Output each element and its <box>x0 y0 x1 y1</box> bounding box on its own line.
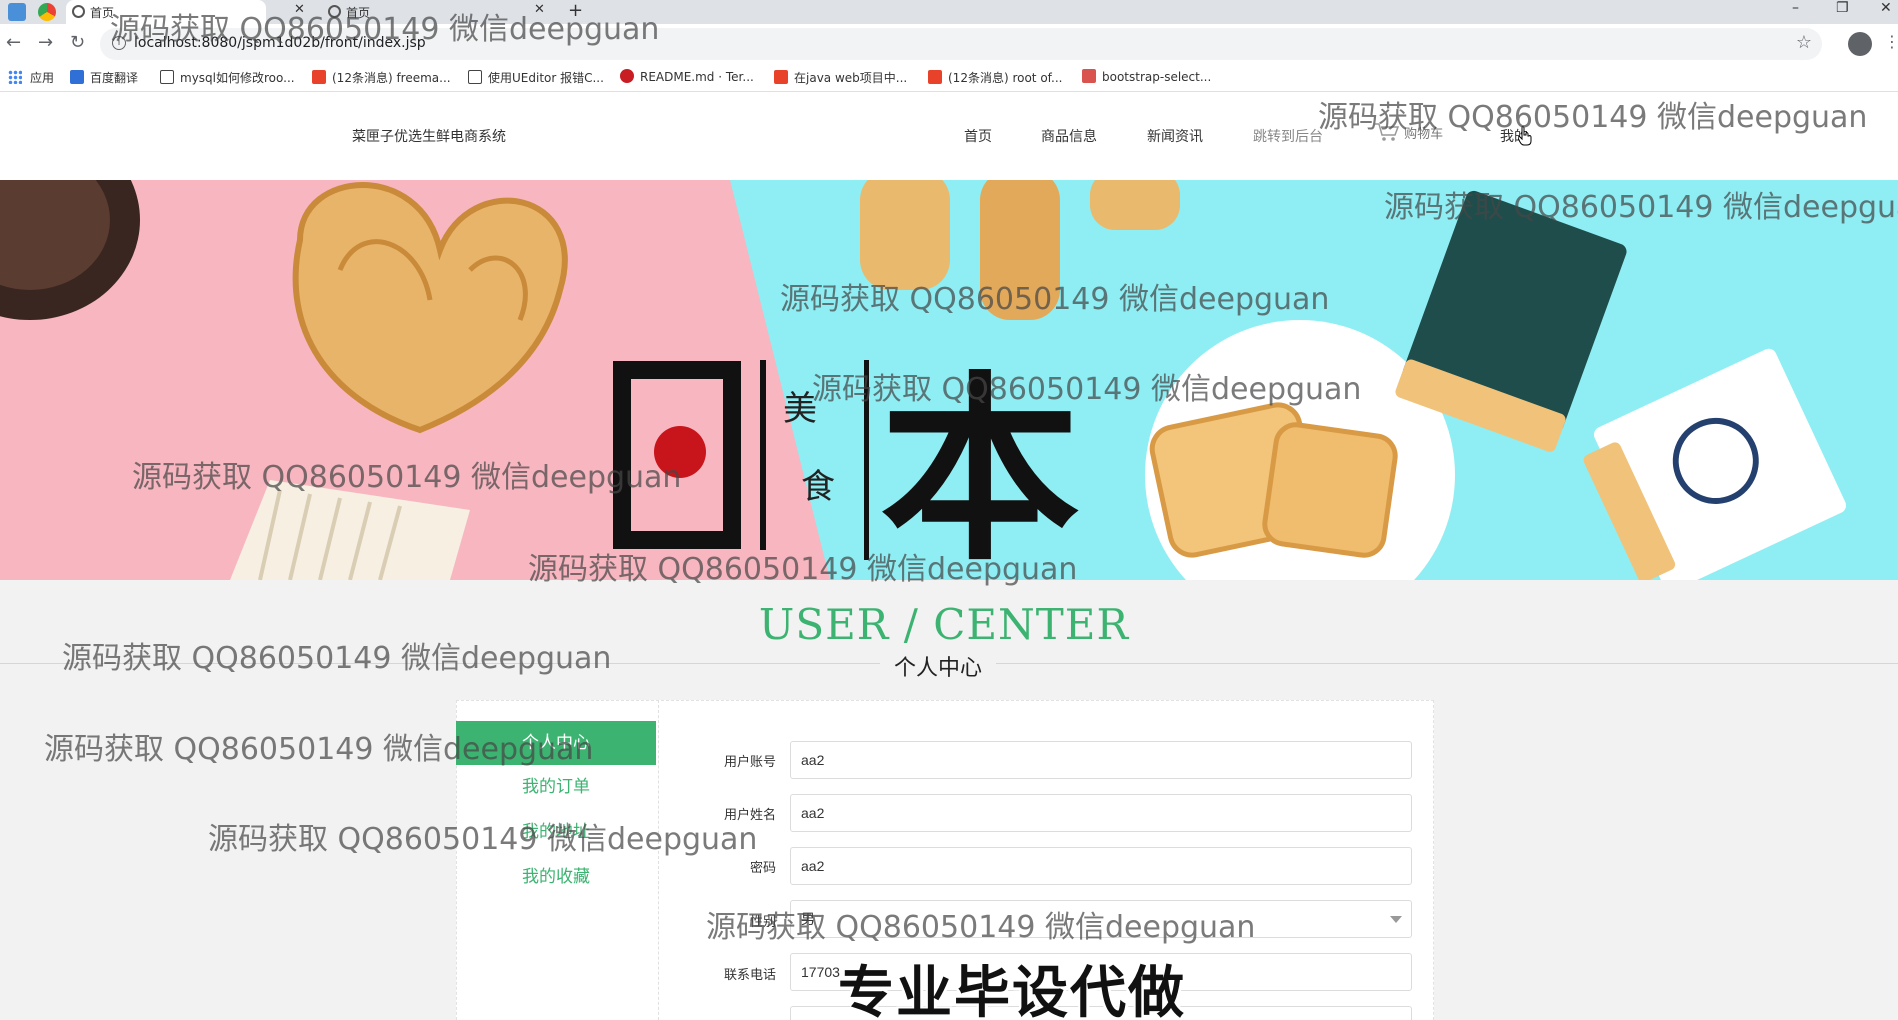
address-bar[interactable]: i localhost:8080/jspm1d02b/front/index.j… <box>100 28 1822 60</box>
minimize-icon[interactable]: – <box>1792 0 1799 16</box>
gitee-icon <box>620 69 634 83</box>
field-label-gender: 性别 <box>749 915 776 930</box>
password-input[interactable] <box>790 847 1412 885</box>
site-header: 菜匣子优选生鲜电商系统 首页 商品信息 新闻资讯 跳转到后台 购物车 我的 <box>0 92 1898 180</box>
menu-kebab-icon[interactable]: ⋮ <box>1884 32 1898 51</box>
sidebar-item-orders[interactable]: 我的订单 <box>456 765 656 809</box>
bookmark-item[interactable]: 在java web项目中... <box>774 69 907 86</box>
hero-banner: 美 食 本 <box>0 180 1898 580</box>
banner-artwork: 美 食 本 <box>0 180 1847 580</box>
restore-icon[interactable]: ❐ <box>1836 0 1849 16</box>
tab-home-2[interactable]: 首页 ✕ <box>322 0 552 24</box>
bookmark-item[interactable]: 使用UEditor 报错C... <box>468 69 604 86</box>
field-label-account: 用户账号 <box>723 755 776 770</box>
bookmark-item[interactable]: 百度翻译 <box>70 69 138 86</box>
close-icon[interactable]: ✕ <box>534 2 545 17</box>
tab-strip: 首页 ✕ 首页 ✕ + – ❐ ✕ <box>0 0 1898 24</box>
bookmark-apps[interactable]: 应用 <box>8 69 54 86</box>
csdn-icon <box>312 70 326 84</box>
url-text[interactable]: localhost:8080/jspm1d02b/front/index.jsp <box>134 35 426 51</box>
menu-divider <box>658 700 659 1020</box>
site-brand[interactable]: 菜匣子优选生鲜电商系统 <box>352 126 506 146</box>
mail-icon[interactable] <box>8 3 26 21</box>
banner-small-char: 美 <box>783 389 817 429</box>
bookmark-item[interactable]: (12条消息) root of... <box>928 69 1062 86</box>
browser-window: 首页 ✕ 首页 ✕ + – ❐ ✕ ← → ↻ i localhost:8080… <box>0 0 1898 1020</box>
nav-admin[interactable]: 跳转到后台 <box>1253 126 1323 146</box>
field-label-phone: 联系电话 <box>723 968 776 983</box>
field-label-name: 用户姓名 <box>723 808 776 823</box>
bookmarks-bar: 应用 百度翻译 mysql如何修改roo... (12条消息) freema..… <box>0 64 1898 92</box>
tab-title: 首页 <box>90 6 115 20</box>
chevron-down-icon[interactable] <box>1390 916 1402 923</box>
globe-icon <box>328 5 341 18</box>
nav-products[interactable]: 商品信息 <box>1041 126 1097 146</box>
cart-label: 购物车 <box>1404 127 1444 142</box>
globe-icon <box>72 5 85 18</box>
nav-home[interactable]: 首页 <box>964 126 992 146</box>
tab-title: 首页 <box>346 6 371 20</box>
ad-overlay-text: 专业毕设代做 <box>838 961 1186 1020</box>
bookmark-icon <box>1082 69 1096 83</box>
back-icon[interactable]: ← <box>6 32 21 53</box>
name-input[interactable] <box>790 794 1412 832</box>
banner-big-char: 本 <box>880 353 1080 580</box>
nav-news[interactable]: 新闻资讯 <box>1147 126 1203 146</box>
bookmark-item[interactable]: README.md · Ter... <box>620 69 754 84</box>
sidebar-item-profile[interactable]: 个人中心 <box>456 721 656 765</box>
bookmark-icon <box>160 70 174 84</box>
bookmark-item[interactable]: (12条消息) freema... <box>312 69 451 86</box>
profile-avatar-icon[interactable] <box>1848 32 1872 56</box>
new-tab-icon[interactable]: + <box>568 0 583 21</box>
browser-toolbar: ← → ↻ i localhost:8080/jspm1d02b/front/i… <box>0 24 1898 64</box>
baidu-translate-icon <box>70 70 84 84</box>
nav-cart[interactable]: 购物车 <box>1374 122 1443 142</box>
info-icon[interactable]: i <box>112 36 126 50</box>
tab-home-1[interactable]: 首页 ✕ <box>66 0 305 24</box>
bookmark-item[interactable]: bootstrap-select... <box>1082 69 1211 84</box>
close-window-icon[interactable]: ✕ <box>1880 0 1892 16</box>
csdn-icon <box>774 70 788 84</box>
sidebar-item-favorites[interactable]: 我的收藏 <box>456 855 656 899</box>
page-title-en: USER / CENTER <box>758 600 1130 649</box>
gender-select[interactable]: 男 <box>790 900 1412 938</box>
csdn-icon <box>928 70 942 84</box>
sidebar-item-address[interactable]: 我的地址 <box>456 810 656 854</box>
apps-grid-icon <box>8 70 22 84</box>
forward-icon[interactable]: → <box>38 32 53 53</box>
bookmark-icon <box>468 70 482 84</box>
chrome-icon[interactable] <box>38 3 56 21</box>
close-icon[interactable]: ✕ <box>294 2 305 17</box>
account-input[interactable] <box>790 741 1412 779</box>
cart-icon <box>1375 123 1400 141</box>
bookmark-star-icon[interactable]: ☆ <box>1796 32 1812 53</box>
reload-icon[interactable]: ↻ <box>70 32 85 53</box>
hand-cursor-icon <box>1518 126 1532 146</box>
bookmark-item[interactable]: mysql如何修改roo... <box>160 69 295 86</box>
field-label-password: 密码 <box>749 861 776 876</box>
banner-small-char: 食 <box>801 467 835 507</box>
page-title-cn: 个人中心 <box>880 650 997 682</box>
